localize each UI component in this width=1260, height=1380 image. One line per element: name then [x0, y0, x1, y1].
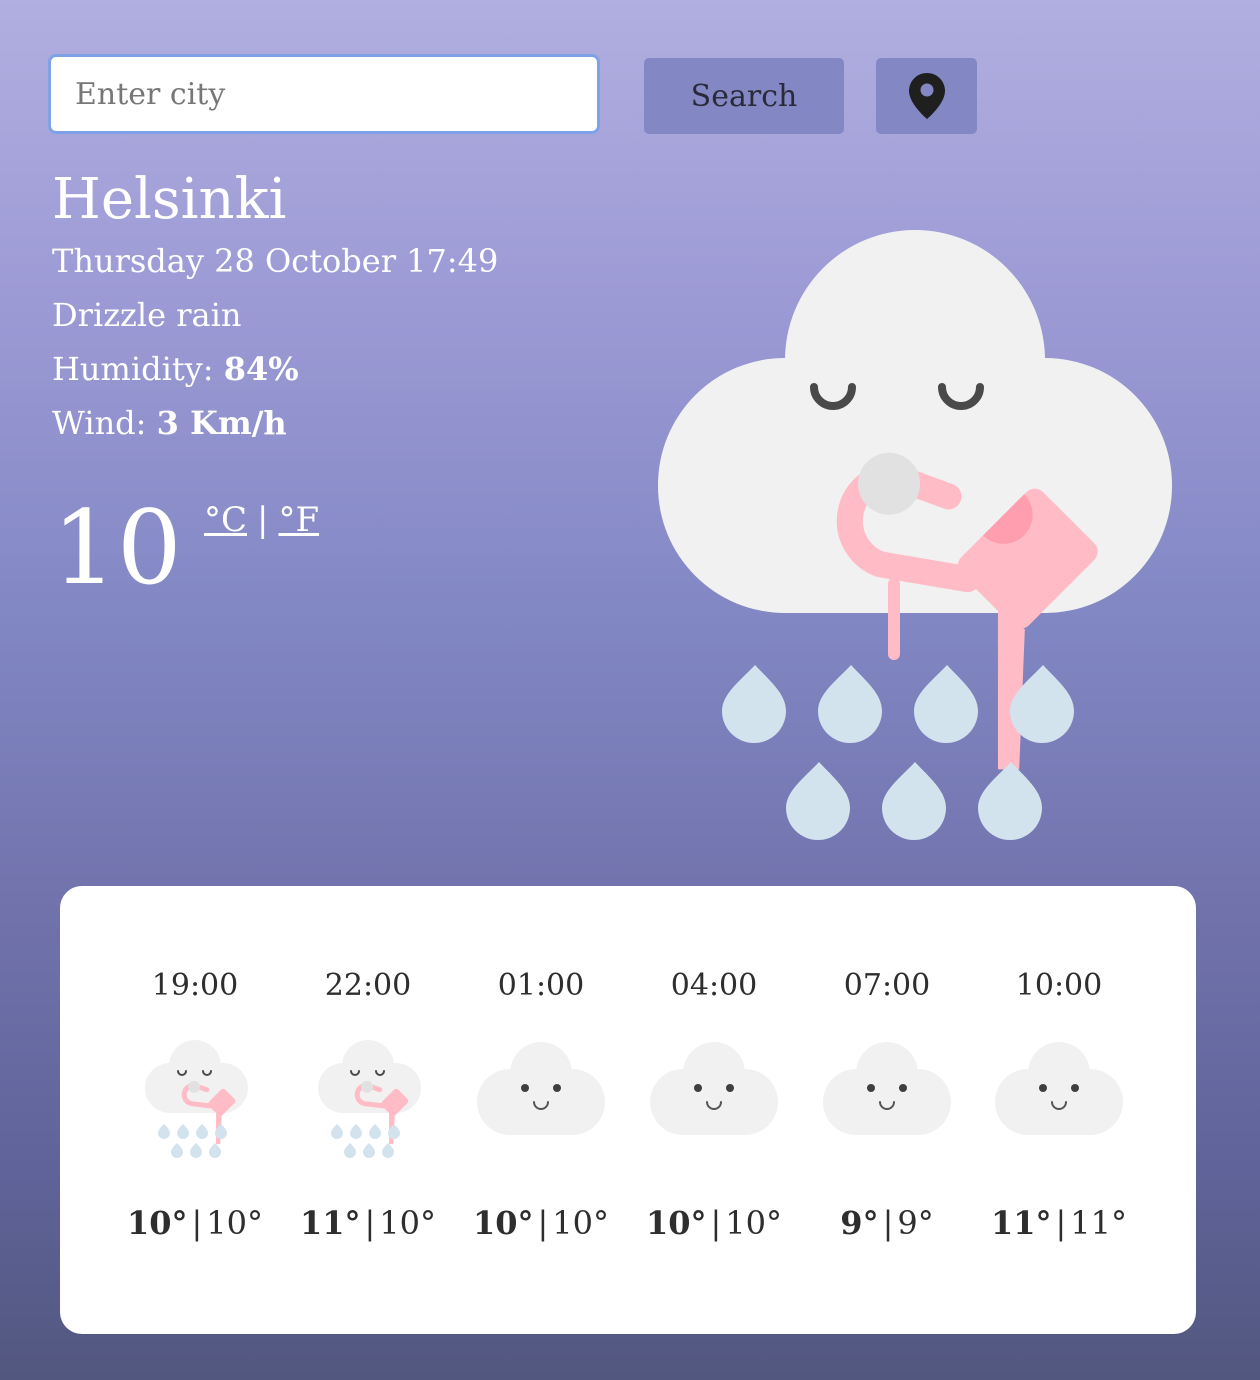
forecast-min: 10° — [206, 1204, 264, 1242]
forecast-min: 9° — [897, 1204, 934, 1242]
forecast-temperature: 10° | 10° — [472, 1204, 610, 1242]
forecast-min: 11° — [1070, 1204, 1128, 1242]
forecast-max: 10° — [472, 1204, 534, 1242]
forecast-min: 10° — [379, 1204, 437, 1242]
forecast-min: 10° — [725, 1204, 783, 1242]
unit-switch: °C | °F — [204, 500, 319, 541]
forecast-max: 11° — [990, 1204, 1052, 1242]
forecast-time: 10:00 — [1015, 968, 1103, 1003]
unit-separator: | — [257, 500, 269, 540]
rain-cloud-icon — [318, 1040, 421, 1158]
date-time: Thursday 28 October 17:49 — [52, 242, 499, 280]
weather-description: Drizzle rain — [52, 296, 242, 334]
forecast-time: 22:00 — [324, 968, 412, 1003]
forecast-max: 9° — [840, 1204, 879, 1242]
humidity-label: Humidity: — [52, 350, 214, 388]
cloud-icon — [477, 1042, 605, 1135]
wind: Wind: 3 Km/h — [52, 404, 287, 442]
forecast-temperature: 11° | 10° — [299, 1204, 437, 1242]
forecast-temperature: 10° | 10° — [126, 1204, 264, 1242]
forecast-max: 11° — [299, 1204, 361, 1242]
cloud-icon — [823, 1042, 951, 1135]
wind-label: Wind: — [52, 404, 147, 442]
current-location-button[interactable] — [876, 58, 977, 134]
wind-value: 3 Km/h — [156, 404, 287, 442]
rain-cloud-icon — [145, 1040, 248, 1158]
search-button[interactable]: Search — [644, 58, 844, 134]
cloud-icon — [995, 1042, 1123, 1135]
forecast-max: 10° — [645, 1204, 707, 1242]
forecast-card: 19:00 10° | 10° 22:00 11° | 10° 01:00 10… — [60, 886, 1196, 1334]
humidity: Humidity: 84% — [52, 350, 299, 388]
city-name: Helsinki — [52, 167, 287, 232]
map-pin-icon — [908, 73, 945, 119]
fahrenheit-link[interactable]: °F — [278, 500, 319, 540]
forecast-max: 10° — [126, 1204, 188, 1242]
forecast-time: 07:00 — [843, 968, 931, 1003]
forecast-time: 04:00 — [670, 968, 758, 1003]
rain-cloud-watering-can-icon — [658, 230, 1172, 840]
humidity-value: 84% — [223, 350, 299, 388]
cloud-icon — [650, 1042, 778, 1135]
city-search-input[interactable] — [48, 54, 600, 134]
forecast-min: 10° — [552, 1204, 610, 1242]
forecast-time: 19:00 — [151, 968, 239, 1003]
forecast-temperature: 9° | 9° — [840, 1204, 934, 1242]
forecast-temperature: 11° | 11° — [990, 1204, 1128, 1242]
forecast-time: 01:00 — [497, 968, 585, 1003]
current-temperature: 10 — [52, 489, 182, 608]
forecast-temperature: 10° | 10° — [645, 1204, 783, 1242]
celsius-link[interactable]: °C — [204, 500, 247, 540]
